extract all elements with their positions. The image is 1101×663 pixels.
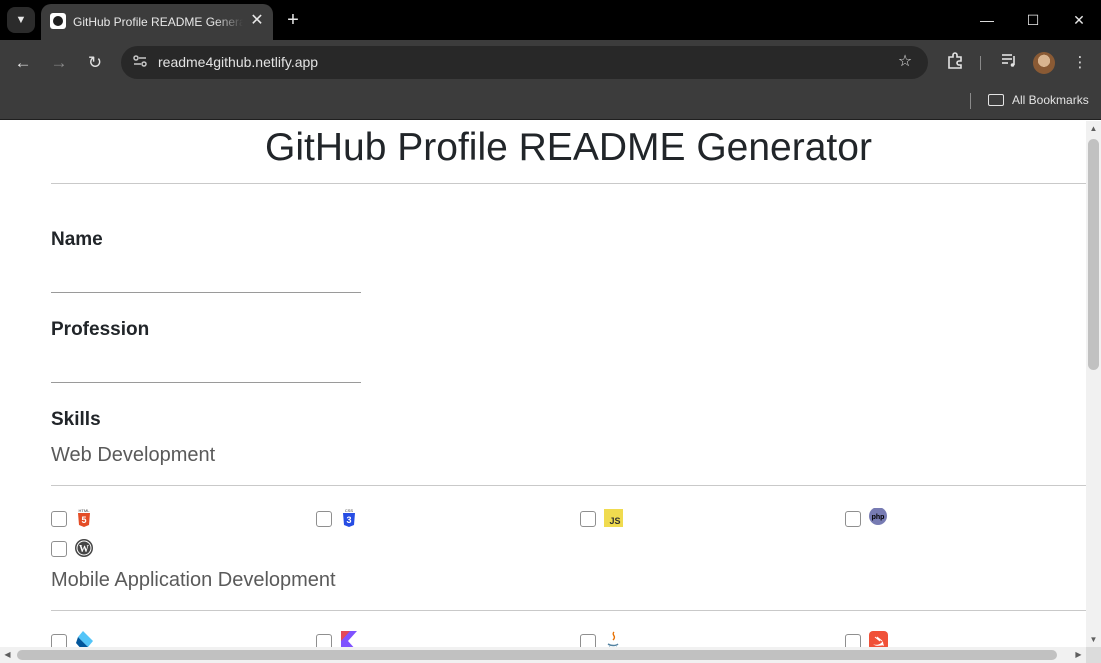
category-mobile-app-development: Mobile Application Development	[51, 569, 336, 591]
back-arrow-icon: ←	[14, 53, 32, 72]
kotlin-icon	[341, 631, 357, 647]
tab-title: GitHub Profile README Generator	[73, 13, 243, 31]
svg-text:CSS: CSS	[345, 508, 354, 513]
bookmark-star-icon[interactable]: ☆	[895, 52, 915, 72]
name-label: Name	[51, 229, 103, 250]
tab-close-button[interactable]: ✕	[247, 11, 267, 31]
scroll-right-arrow-icon[interactable]: ▶	[1071, 647, 1086, 663]
skill-checkbox[interactable]	[51, 541, 67, 557]
horizontal-scrollbar[interactable]: ◀ ▶	[0, 647, 1086, 663]
svg-text:3: 3	[346, 515, 351, 525]
vertical-scrollbar[interactable]: ▲ ▼	[1086, 121, 1101, 647]
bookmarks-divider	[970, 93, 971, 109]
folder-icon	[988, 94, 1004, 106]
php-icon: php	[869, 508, 887, 525]
skill-checkbox[interactable]	[845, 511, 861, 527]
flutter-icon	[76, 631, 93, 647]
github-favicon-icon	[50, 13, 66, 29]
kebab-menu-icon[interactable]: ⋮	[1068, 51, 1092, 75]
chevron-down-icon: ▼	[15, 14, 27, 26]
new-tab-button[interactable]: +	[282, 9, 304, 31]
java-icon	[607, 631, 619, 647]
category-web-development: Web Development	[51, 444, 216, 466]
swift-icon	[869, 631, 888, 647]
svg-text:W: W	[79, 544, 89, 555]
skill-checkbox[interactable]	[51, 634, 67, 647]
svg-text:HTML: HTML	[79, 508, 91, 513]
skill-checkbox[interactable]	[316, 511, 332, 527]
forward-button[interactable]: →	[47, 51, 71, 75]
page-viewport: GitHub Profile README Generator Name Pro…	[0, 121, 1086, 647]
reload-icon: ↻	[87, 53, 103, 72]
reload-button[interactable]: ↻	[83, 51, 107, 75]
all-bookmarks-button[interactable]: All Bookmarks	[1012, 92, 1089, 108]
close-window-button[interactable]: ✕	[1066, 8, 1092, 32]
url-text[interactable]: readme4github.netlify.app	[158, 53, 318, 72]
javascript-icon: JS	[604, 509, 623, 527]
skill-checkbox[interactable]	[51, 511, 67, 527]
name-input[interactable]	[51, 267, 361, 293]
extensions-icon[interactable]	[943, 51, 967, 75]
maximize-button[interactable]: ☐	[1020, 8, 1046, 32]
minimize-button[interactable]: —	[974, 8, 1000, 32]
forward-arrow-icon: →	[50, 53, 68, 72]
profession-input[interactable]	[51, 357, 361, 383]
skills-label: Skills	[51, 409, 101, 430]
browser-toolbar: ← → ↻ readme4github.netlify.app ☆ ⋮	[0, 40, 1101, 86]
toolbar-divider	[980, 56, 981, 70]
page-title: GitHub Profile README Generator	[265, 126, 872, 169]
html5-icon: HTML 5	[78, 508, 91, 527]
media-queue-icon[interactable]	[997, 51, 1021, 75]
bookmarks-bar: All Bookmarks	[0, 86, 1101, 120]
svg-text:php: php	[872, 514, 885, 521]
scrollbar-corner	[1086, 647, 1101, 663]
css3-icon: CSS 3	[343, 508, 355, 527]
category-divider	[51, 485, 1086, 486]
vertical-scroll-thumb[interactable]	[1088, 139, 1099, 370]
tab-search-button[interactable]: ▼	[7, 7, 35, 33]
category-divider	[51, 610, 1086, 611]
horizontal-scroll-thumb[interactable]	[17, 650, 1057, 660]
back-button[interactable]: ←	[11, 51, 35, 75]
site-info-icon[interactable]	[131, 53, 149, 71]
wordpress-icon: W	[75, 539, 93, 557]
skill-checkbox[interactable]	[580, 511, 596, 527]
title-divider	[51, 183, 1086, 184]
scroll-up-arrow-icon[interactable]: ▲	[1086, 121, 1101, 136]
profession-label: Profession	[51, 319, 150, 340]
scroll-down-arrow-icon[interactable]: ▼	[1086, 632, 1101, 647]
skill-checkbox[interactable]	[580, 634, 596, 647]
browser-tab-active[interactable]: GitHub Profile README Generator ✕	[41, 4, 273, 40]
scroll-left-arrow-icon[interactable]: ◀	[0, 647, 15, 663]
profile-avatar[interactable]	[1033, 52, 1055, 74]
svg-text:JS: JS	[609, 516, 620, 526]
address-bar[interactable]: readme4github.netlify.app ☆	[121, 46, 928, 79]
svg-text:5: 5	[81, 515, 86, 525]
skill-checkbox[interactable]	[845, 634, 861, 647]
browser-titlebar: ▼ GitHub Profile README Generator ✕ + — …	[0, 0, 1101, 40]
skill-checkbox[interactable]	[316, 634, 332, 647]
